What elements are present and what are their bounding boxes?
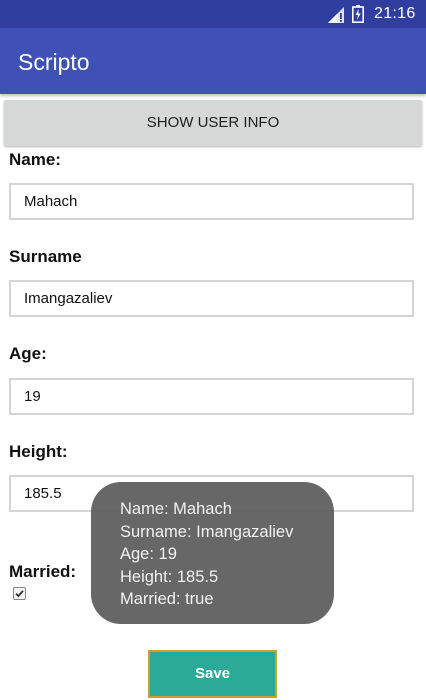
user-info-toast: Name: Mahach Surname: Imangazaliev Age: … [91,482,334,624]
battery-icon [352,5,364,23]
married-label: Married: [9,562,77,581]
save-button[interactable]: Save [148,650,277,698]
status-time: 21:16 [374,5,416,22]
app-title: Scripto [18,49,90,75]
toast-line: Age: 19 [120,545,177,563]
status-bar: 21:16 [0,0,426,28]
toast-line: Height: 185.5 [120,568,219,586]
toast-line: Surname: Imangazaliev [120,523,294,541]
height-label: Height: [9,442,68,461]
surname-label: Surname [9,247,82,266]
name-label: Name: [9,150,61,169]
show-user-info-button[interactable]: SHOW USER INFO [4,100,422,146]
app-bar: Scripto [0,28,426,94]
checkmark-icon [15,590,24,598]
married-checkbox[interactable] [13,587,26,600]
toast-line: Name: Mahach [120,500,232,518]
name-field[interactable]: Mahach [9,183,414,220]
signal-icon [328,7,344,23]
age-field[interactable]: 19 [9,378,414,415]
surname-field[interactable]: Imangazaliev [9,280,414,317]
toast-line: Married: true [120,590,214,608]
age-label: Age: [9,344,47,363]
